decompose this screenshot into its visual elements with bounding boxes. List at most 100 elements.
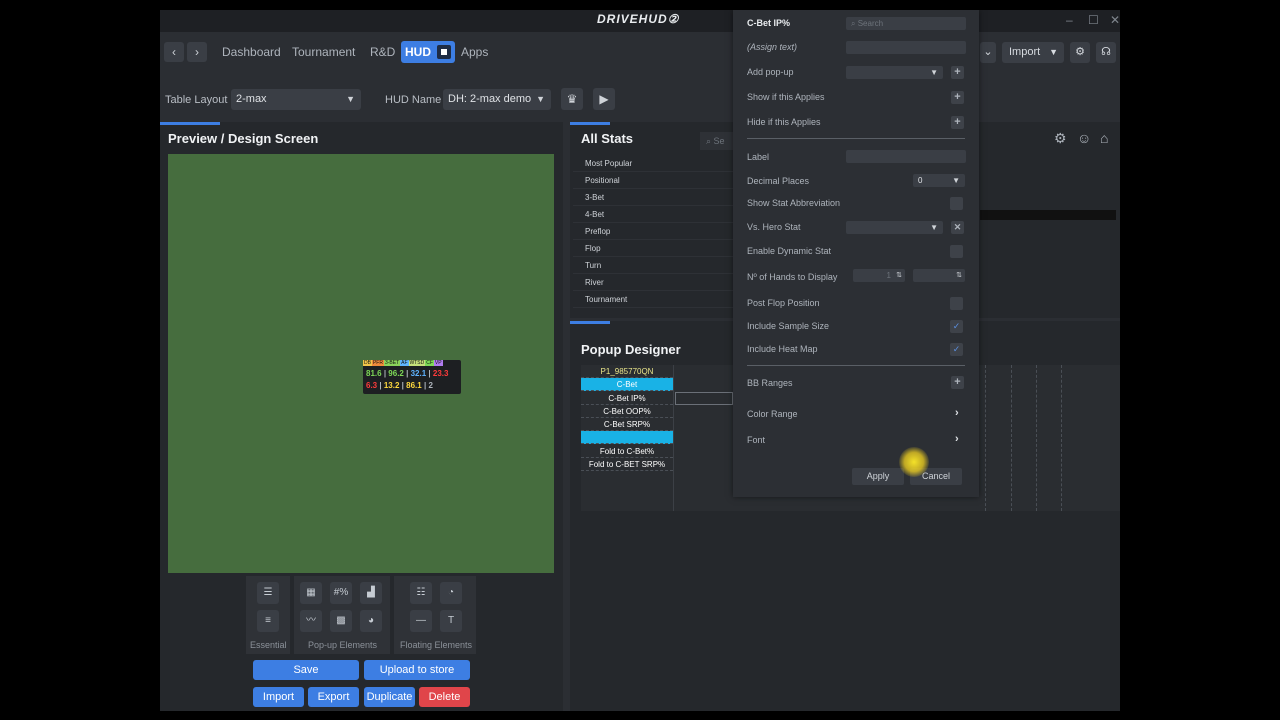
divider-line-icon[interactable]: — [410, 610, 432, 632]
list-block-icon[interactable]: ≡ [257, 610, 279, 632]
nav-dashboard[interactable]: Dashboard [222, 45, 281, 59]
player-card-icon[interactable]: ☷ [410, 582, 432, 604]
stat-category[interactable]: Positional [573, 172, 733, 189]
stat-category[interactable]: 4-Bet [573, 206, 733, 223]
post-flop-label: Post Flop Position [747, 298, 820, 308]
grid-divider [673, 365, 674, 511]
popup-row[interactable]: C-Bet SRP% [581, 418, 673, 431]
hud-tag: CF [425, 360, 434, 366]
stat-category[interactable]: 3-Bet [573, 189, 733, 206]
heatmap-icon[interactable]: ▩ [330, 610, 352, 632]
minimize-button[interactable]: – [1066, 13, 1073, 27]
line-graph-icon[interactable]: 〰 [300, 610, 322, 632]
dropdown-chevron-icon[interactable]: ⌄ [980, 42, 996, 63]
headset-support-icon[interactable]: ☊ [1096, 42, 1116, 63]
chevron-down-icon: ▼ [952, 176, 960, 185]
hud-name-value: DH: 2-max demo [448, 93, 532, 105]
nav-tournament[interactable]: Tournament [292, 45, 355, 59]
popup-row[interactable]: P1_985770QN [581, 365, 673, 378]
include-heat-checkbox[interactable]: ✓ [950, 343, 963, 356]
nav-hud-tab[interactable]: HUD [401, 41, 455, 63]
show-if-plus-icon[interactable]: + [951, 91, 964, 104]
user-icon[interactable]: ☺ [1077, 130, 1091, 146]
stat-category[interactable]: Most Popular [573, 155, 733, 172]
grid-icon[interactable]: ▦ [300, 582, 322, 604]
add-popup-plus-icon[interactable]: + [951, 66, 964, 79]
add-popup-select[interactable]: ▼ [846, 66, 943, 79]
duplicate-button[interactable]: Duplicate [364, 687, 415, 707]
nav-apps[interactable]: Apps [461, 45, 488, 59]
delete-button[interactable]: Delete [419, 687, 470, 707]
spinner-icon[interactable]: ⇅ [956, 269, 962, 282]
text-block-icon[interactable]: ☰ [257, 582, 279, 604]
popup-row-selected[interactable]: C-Bet [581, 378, 673, 391]
import-button[interactable]: Import [253, 687, 304, 707]
hud-stop-icon[interactable] [437, 45, 451, 59]
bar-chart-icon[interactable]: ▟ [360, 582, 382, 604]
forward-button[interactable]: › [187, 42, 207, 62]
popup-row[interactable]: C-Bet OOP% [581, 405, 673, 418]
design-canvas[interactable]: DB PFR 3-BET AF WTSD CF VP 81.6 | 96.2 | 32.1 … [168, 154, 554, 573]
chevron-right-icon[interactable]: › [955, 407, 959, 419]
stat-category[interactable]: Preflop [573, 223, 733, 240]
include-sample-label: Include Sample Size [747, 321, 830, 331]
dialog-search-input[interactable]: ⌕ Search [846, 17, 966, 30]
search-icon: ⌕ [851, 19, 858, 28]
text-tool-icon[interactable]: T [440, 610, 462, 632]
decimal-places-select[interactable]: 0 ▼ [913, 174, 965, 187]
bb-ranges-plus-icon[interactable]: + [951, 376, 964, 389]
percent-stat-icon[interactable]: #% [330, 582, 352, 604]
import-dropdown[interactable]: Import ▼ [1002, 42, 1064, 63]
stat-category[interactable]: Turn [573, 257, 733, 274]
stat-category[interactable]: River [573, 274, 733, 291]
post-flop-checkbox[interactable] [950, 297, 963, 310]
label-input[interactable] [846, 150, 966, 163]
hud-name-select[interactable]: DH: 2-max demo ▼ [443, 89, 551, 110]
hud-preview-widget[interactable]: DB PFR 3-BET AF WTSD CF VP 81.6 | 96.2 | 32.1 … [363, 360, 461, 394]
enable-dynamic-checkbox[interactable] [950, 245, 963, 258]
grid-divider [1036, 365, 1037, 511]
stat-category[interactable]: Flop [573, 240, 733, 257]
nav-rnd[interactable]: R&D [370, 45, 395, 59]
popup-designer-title: Popup Designer [581, 342, 681, 357]
assign-text-input[interactable] [846, 41, 966, 54]
close-button[interactable]: ✕ [1110, 13, 1120, 27]
upload-to-store-button[interactable]: Upload to store [364, 660, 470, 680]
popup-row-selected[interactable] [581, 431, 673, 444]
chevron-right-icon[interactable]: › [955, 433, 959, 445]
popup-row[interactable]: Fold to C-BET SRP% [581, 458, 673, 471]
poker-player-icon[interactable]: ♛ [561, 88, 583, 110]
back-button[interactable]: ‹ [164, 42, 184, 62]
all-stats-title: All Stats [581, 131, 634, 146]
hud-name-label: HUD Name [385, 94, 442, 106]
spinner-icon[interactable]: ⇅ [896, 269, 902, 282]
video-play-icon[interactable]: ▶ [593, 88, 615, 110]
save-button[interactable]: Save [253, 660, 359, 680]
settings-gear-icon[interactable]: ⚙ [1070, 42, 1090, 63]
popup-cell-selected[interactable] [675, 392, 733, 405]
hands-min-value: 1 [886, 271, 891, 280]
popup-row[interactable]: C-Bet IP% [581, 392, 673, 405]
vs-hero-select[interactable]: ▼ [846, 221, 943, 234]
export-button[interactable]: Export [308, 687, 359, 707]
stat-category[interactable]: Tournament [573, 291, 733, 308]
hands-max-input[interactable]: ⇅ [913, 269, 965, 282]
settings-gear-icon[interactable]: ⚙ [1054, 130, 1067, 147]
pie-chart-icon[interactable]: ◕ [360, 610, 382, 632]
tag-shape-icon[interactable]: ◔ [440, 582, 462, 604]
enable-dynamic-label: Enable Dynamic Stat [747, 246, 832, 256]
include-sample-checkbox[interactable]: ✓ [950, 320, 963, 333]
show-if-label: Show if this Applies [747, 92, 825, 102]
clear-x-icon[interactable]: ✕ [951, 221, 964, 234]
maximize-button[interactable]: ☐ [1088, 13, 1099, 27]
apply-button[interactable]: Apply [852, 468, 904, 485]
table-layout-select[interactable]: 2-max ▼ [231, 89, 361, 110]
tag-icon[interactable]: ⌂ [1100, 130, 1108, 146]
show-abbrev-label: Show Stat Abbreviation [747, 198, 841, 208]
mouse-cursor-highlight [899, 447, 929, 477]
show-abbrev-checkbox[interactable] [950, 197, 963, 210]
popup-row[interactable]: Fold to C-Bet% [581, 445, 673, 458]
chevron-down-icon: ▼ [536, 94, 545, 104]
hide-if-plus-icon[interactable]: + [951, 116, 964, 129]
hands-min-input[interactable]: 1 ⇅ [853, 269, 905, 282]
